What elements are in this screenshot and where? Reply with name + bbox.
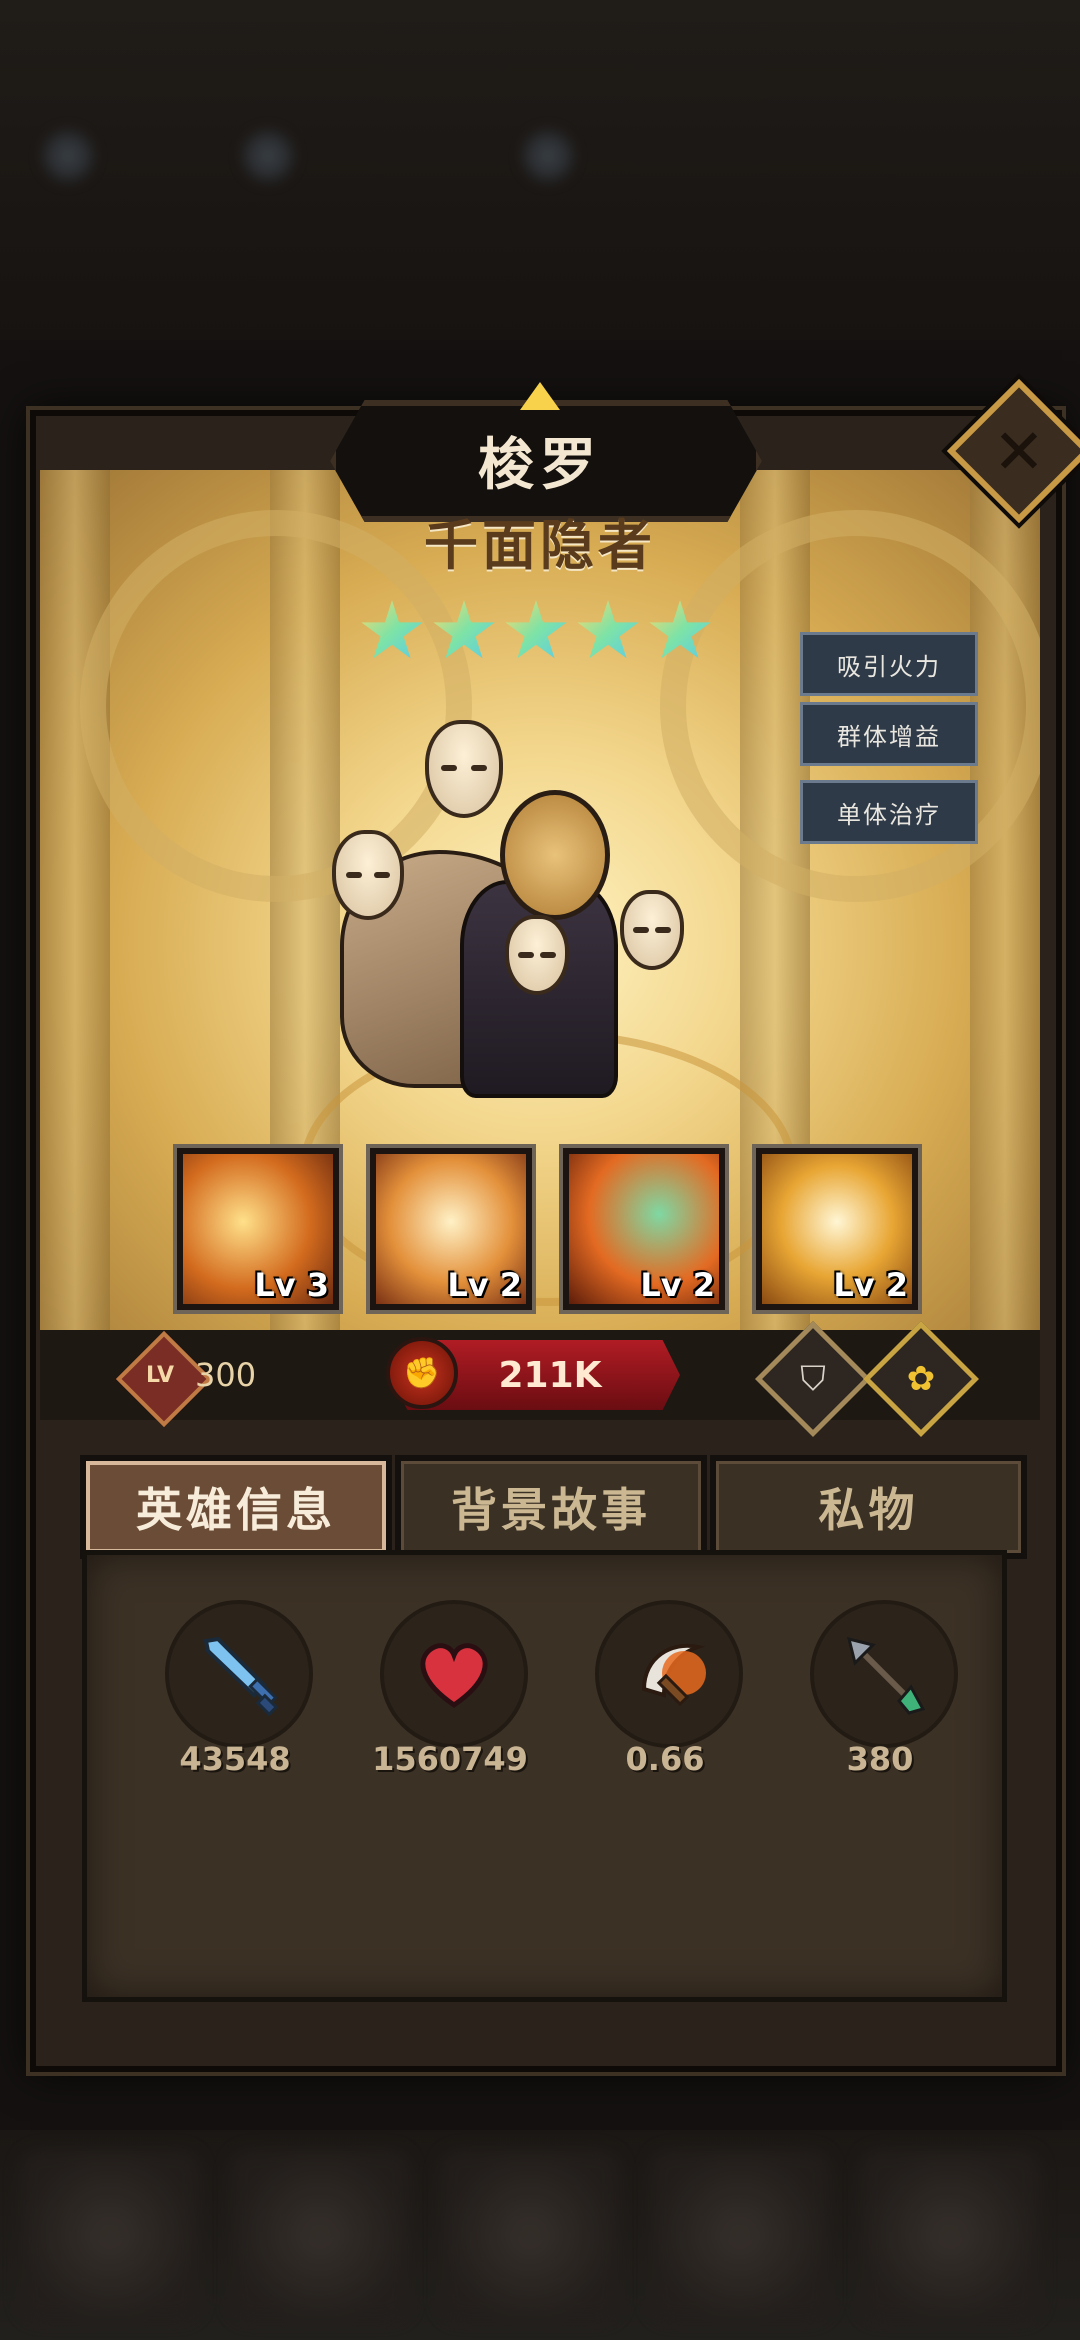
star-icon xyxy=(433,600,495,659)
hero-title: 千面隐者 xyxy=(424,513,656,577)
arrow-icon xyxy=(810,1600,958,1748)
blurred-nav-tab xyxy=(20,2150,200,2320)
floating-mask-icon xyxy=(505,915,569,995)
skill-level: Lv 3 xyxy=(254,1266,329,1304)
hero-character-art xyxy=(260,700,690,1100)
floating-mask-icon xyxy=(425,720,503,818)
fist-icon: ✊ xyxy=(386,1337,458,1409)
hero-level: 300 xyxy=(195,1356,257,1394)
floating-mask-icon xyxy=(332,830,404,920)
hero-name: 梭罗 xyxy=(478,432,602,498)
skill-slot-3[interactable]: Lv 2 xyxy=(563,1148,725,1310)
attack-value: 43548 xyxy=(179,1740,291,1778)
skill-level: Lv 2 xyxy=(447,1266,522,1304)
health-stat: 1560749 xyxy=(350,1600,540,1790)
lotus-icon: ✿ xyxy=(906,1359,936,1399)
tab-hero-info[interactable]: 英雄信息 xyxy=(80,1455,392,1559)
attack-stat: 43548 xyxy=(135,1600,325,1790)
sword-icon xyxy=(165,1600,313,1748)
role-tag: 群体增益 xyxy=(800,702,978,766)
skill-level: Lv 2 xyxy=(640,1266,715,1304)
attack-speed-stat: 0.66 xyxy=(565,1600,755,1790)
tab-background-story[interactable]: 背景故事 xyxy=(395,1455,707,1559)
crescent-blade-icon xyxy=(595,1600,743,1748)
role-tag: 吸引火力 xyxy=(800,632,978,696)
star-icon xyxy=(505,600,567,659)
blurred-currency-icon xyxy=(520,128,576,184)
range-stat: 380 xyxy=(780,1600,970,1790)
level-label: LV xyxy=(145,1362,174,1388)
role-tag: 单体治疗 xyxy=(800,780,978,844)
skill-level: Lv 2 xyxy=(833,1266,908,1304)
blurred-currency-icon xyxy=(240,128,296,184)
blurred-nav-tab xyxy=(860,2150,1040,2320)
skill-slot-1[interactable]: Lv 3 xyxy=(177,1148,339,1310)
gem-ornament-icon xyxy=(520,382,560,410)
golden-mask-icon xyxy=(500,790,610,920)
blurred-nav-tab xyxy=(650,2150,830,2320)
blurred-currency-icon xyxy=(40,128,96,184)
skill-slot-2[interactable]: Lv 2 xyxy=(370,1148,532,1310)
shield-icon: ⛉ xyxy=(800,1359,826,1399)
star-rating xyxy=(360,600,720,670)
star-icon xyxy=(361,600,423,659)
tab-personal-items[interactable]: 私物 xyxy=(710,1455,1027,1559)
skill-slot-4[interactable]: Lv 2 xyxy=(756,1148,918,1310)
star-icon xyxy=(649,600,711,659)
combat-power: 211K xyxy=(498,1354,602,1396)
blurred-nav-tab xyxy=(440,2150,620,2320)
blurred-nav-tab xyxy=(230,2150,410,2320)
close-icon: ✕ xyxy=(993,414,1045,488)
star-icon xyxy=(577,600,639,659)
range-value: 380 xyxy=(846,1740,914,1778)
health-value: 1560749 xyxy=(372,1740,528,1778)
floating-mask-icon xyxy=(620,890,684,970)
heart-icon xyxy=(380,1600,528,1748)
attack-speed-value: 0.66 xyxy=(625,1740,705,1778)
